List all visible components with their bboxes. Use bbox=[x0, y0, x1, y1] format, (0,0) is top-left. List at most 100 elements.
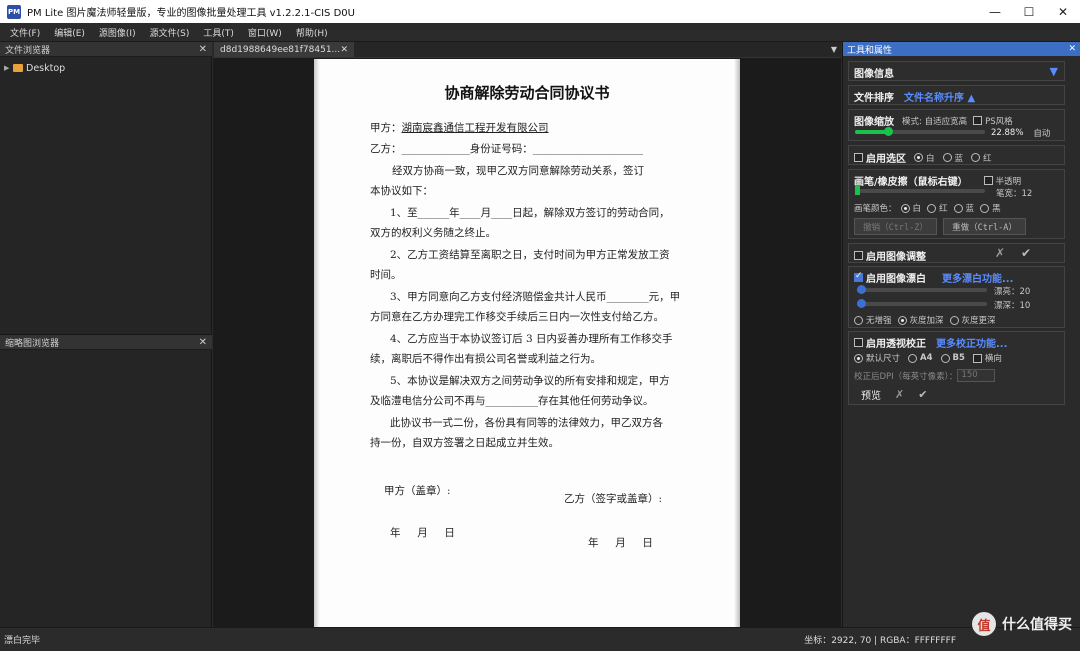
file-browser-title: 文件浏览器 bbox=[5, 45, 51, 56]
brush-color-label: 画笔颜色： bbox=[854, 204, 897, 214]
chevron-right-icon[interactable]: ▶ bbox=[4, 64, 13, 72]
more-perspective-link[interactable]: 更多校正功能... bbox=[936, 335, 1007, 350]
dpi-input[interactable]: 150 bbox=[957, 369, 996, 382]
zoom-percent: 22.88% bbox=[991, 128, 1024, 138]
document-line: 续，离职后不得作出有损公司名誉或利益之行为。 bbox=[370, 353, 601, 365]
size-a4-radio[interactable] bbox=[908, 353, 918, 363]
image-canvas[interactable]: 协商解除劳动合同协议书 甲方：湖南宸鑫通信工程开发有限公司 乙方：_______… bbox=[213, 58, 841, 627]
ps-style-label: PS风格 bbox=[985, 116, 1013, 127]
menu-file[interactable]: 文件(F) bbox=[0, 26, 47, 39]
brush-color-white[interactable] bbox=[900, 203, 910, 213]
cancel-icon[interactable]: ✗ bbox=[895, 388, 904, 401]
zoom-auto[interactable]: 自动 bbox=[1033, 127, 1050, 139]
whiten-option-gray-deep[interactable] bbox=[897, 315, 907, 325]
image-info-section[interactable]: 图像信息 ▼ bbox=[848, 61, 1065, 81]
selection-radio-red[interactable] bbox=[971, 153, 981, 162]
menu-window[interactable]: 窗口(W) bbox=[241, 26, 289, 39]
dpi-label: 校正后DPI（每英寸像素）： bbox=[854, 371, 958, 382]
file-browser-panel: 文件浏览器 ✕ ▶ Desktop bbox=[0, 42, 212, 334]
whiten-option-none[interactable] bbox=[854, 315, 863, 325]
menu-tools[interactable]: 工具(T) bbox=[196, 26, 241, 39]
close-icon[interactable]: ✕ bbox=[199, 337, 207, 348]
radio-label: 灰度加深 bbox=[909, 316, 944, 326]
more-whiten-link[interactable]: 更多漂白功能... bbox=[942, 270, 1013, 285]
status-bar: 漂白完毕 坐标：2922, 70 | RGBA：FFFFFFFF bbox=[0, 627, 1080, 651]
radio-label: 红 bbox=[983, 153, 992, 164]
file-sort-section: 文件排序 文件名称升序 ▲ bbox=[848, 85, 1065, 105]
selection-label: 启用选区 bbox=[866, 154, 906, 165]
image-whiten-checkbox[interactable] bbox=[854, 271, 863, 282]
brush-color-blue[interactable] bbox=[953, 203, 963, 213]
expand-down-icon[interactable]: ▼ bbox=[1050, 65, 1058, 78]
size-b5-radio[interactable] bbox=[940, 353, 950, 363]
menu-help[interactable]: 帮助(H) bbox=[289, 26, 335, 39]
close-icon[interactable]: ✕ bbox=[199, 44, 207, 55]
left-dock: 文件浏览器 ✕ ▶ Desktop 缩略图浏览器 ✕ bbox=[0, 42, 212, 627]
paper-edge bbox=[734, 59, 740, 627]
date-party-b: 年 月 日 bbox=[588, 537, 653, 549]
brush-section: 画笔/橡皮擦（鼠标右键） 半透明 笔宽：12 画笔颜色： 白 红 蓝 黑 撤销（… bbox=[848, 169, 1065, 239]
minimize-button[interactable]: — bbox=[978, 0, 1012, 23]
app-icon: PM bbox=[7, 4, 21, 19]
selection-radio-white[interactable] bbox=[914, 153, 923, 162]
radio-label: 白 bbox=[926, 153, 935, 164]
radio-label: 灰度更深 bbox=[961, 316, 996, 326]
tree-item-label: Desktop bbox=[26, 62, 66, 74]
selection-radio-blue[interactable] bbox=[942, 153, 952, 162]
radio-label: 无增强 bbox=[866, 316, 892, 326]
size-default-radio[interactable] bbox=[854, 353, 863, 363]
landscape-checkbox[interactable] bbox=[972, 353, 982, 363]
whiten-option-gray-deeper[interactable] bbox=[949, 315, 959, 325]
close-button[interactable]: ✕ bbox=[1046, 0, 1080, 23]
signature-party-b: 乙方（签字或盖章）: bbox=[564, 493, 663, 505]
brush-color-black[interactable] bbox=[980, 203, 990, 213]
zoom-slider[interactable] bbox=[855, 127, 985, 136]
chevron-down-icon[interactable]: ▼ bbox=[831, 45, 837, 54]
close-icon[interactable]: ✕ bbox=[1068, 44, 1076, 54]
file-sort-value[interactable]: 文件名称升序 ▲ bbox=[904, 89, 975, 104]
tools-header-title: 工具和属性 bbox=[847, 45, 893, 56]
file-sort-label: 文件排序 bbox=[854, 93, 894, 104]
apply-icon[interactable]: ✔ bbox=[918, 388, 927, 401]
image-adjust-checkbox[interactable] bbox=[854, 251, 863, 260]
brush-color-red[interactable] bbox=[927, 203, 937, 213]
document-line: 2、乙方工资结算至离职之日，支付时间为甲方正常发放工资 bbox=[390, 249, 670, 261]
undo-button[interactable]: 撤销（Ctrl-Z） bbox=[854, 218, 937, 235]
menu-edit[interactable]: 编辑(E) bbox=[47, 26, 92, 39]
preview-button[interactable]: 预览 bbox=[861, 387, 881, 402]
perspective-checkbox[interactable] bbox=[854, 338, 863, 347]
menu-source-image[interactable]: 源图像(I) bbox=[92, 26, 143, 39]
document-area: d8d1988649ee81f78451... ✕ ▼ 协商解除劳动合同协议书 … bbox=[213, 42, 841, 627]
zoom-slider-handle[interactable] bbox=[884, 127, 893, 136]
redo-button[interactable]: 重做（Ctrl-A） bbox=[943, 218, 1026, 235]
translucent-checkbox[interactable] bbox=[983, 176, 993, 185]
bleach-value: 漂亮：20 bbox=[994, 287, 1031, 297]
menu-source-file[interactable]: 源文件(S) bbox=[143, 26, 197, 39]
bleach-slider[interactable] bbox=[857, 285, 987, 294]
minimize-icon: — bbox=[989, 4, 1001, 19]
depth-slider[interactable] bbox=[857, 299, 987, 308]
radio-label: 蓝 bbox=[954, 153, 964, 164]
depth-slider-handle[interactable] bbox=[857, 299, 866, 308]
bleach-slider-handle[interactable] bbox=[857, 285, 866, 294]
document-tab-label: d8d1988649ee81f78451... bbox=[220, 44, 341, 55]
date-party-a: 年 月 日 bbox=[390, 527, 455, 539]
cancel-icon[interactable]: ✗ bbox=[995, 246, 1005, 260]
document-line: 4、乙方应当于本协议签订后 3 日内妥善办理所有工作移交手 bbox=[390, 333, 673, 345]
brush-width-slider-handle[interactable] bbox=[855, 186, 860, 195]
document-line: 经双方协商一致，现甲乙双方同意解除劳动关系，签订 bbox=[392, 165, 644, 177]
document-tab[interactable]: d8d1988649ee81f78451... ✕ bbox=[214, 42, 354, 57]
zoom-mode[interactable]: 模式: 自适应宽高 bbox=[902, 115, 967, 127]
landscape-label: 横向 bbox=[984, 354, 1002, 364]
ps-style-checkbox[interactable] bbox=[973, 116, 983, 125]
watermark-text: 什么值得买 bbox=[1002, 617, 1072, 633]
tree-item-desktop[interactable]: ▶ Desktop bbox=[0, 60, 212, 76]
maximize-button[interactable]: ☐ bbox=[1012, 0, 1046, 23]
perspective-section: 启用透视校正 更多校正功能... 默认尺寸 A4 B5 横向 校正后DPI（每英… bbox=[848, 331, 1065, 405]
apply-icon[interactable]: ✔ bbox=[1021, 246, 1031, 260]
document-line: 持一份，自双方签署之日起成立并生效。 bbox=[370, 437, 559, 449]
brush-width-slider[interactable] bbox=[855, 186, 985, 195]
document-line: 3、甲方同意向乙方支付经济赔偿金共计人民币________元，甲 bbox=[390, 291, 681, 303]
close-icon[interactable]: ✕ bbox=[340, 45, 348, 55]
selection-checkbox[interactable] bbox=[854, 153, 863, 162]
